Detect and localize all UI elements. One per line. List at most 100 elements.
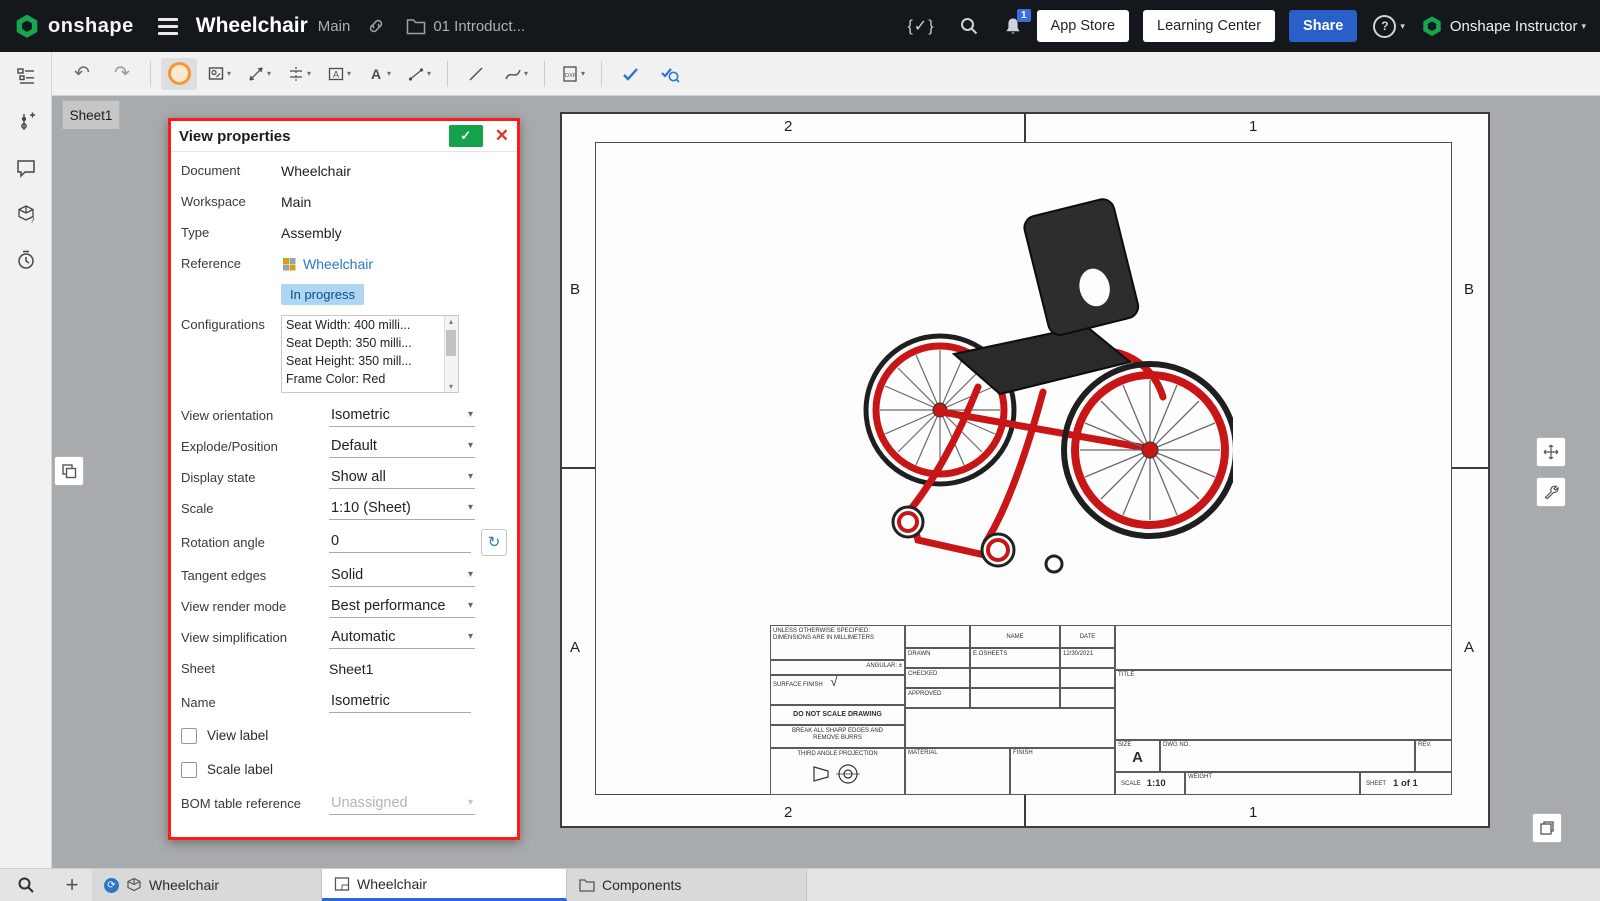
bom-table-reference-dropdown[interactable]: Unassigned▾ <box>329 793 475 815</box>
chevron-down-icon: ▾ <box>468 471 473 482</box>
display-state-dropdown[interactable]: Show all▾ <box>329 467 475 489</box>
view-simplification-dropdown[interactable]: Automatic▾ <box>329 627 475 649</box>
note-button[interactable]: A ▾ <box>321 58 357 90</box>
folder-breadcrumb[interactable]: 01 Introduct... <box>433 18 525 35</box>
share-button[interactable]: Share <box>1289 10 1357 42</box>
bom-table-reference-label: BOM table reference <box>181 796 329 811</box>
scrollbar-thumb[interactable] <box>446 330 456 356</box>
zone-tick <box>560 467 595 469</box>
accept-button[interactable]: ✓ <box>449 125 483 147</box>
scale-dropdown[interactable]: 1:10 (Sheet)▾ <box>329 498 475 520</box>
spline-tool-button[interactable]: ▾ <box>498 58 534 90</box>
tab-wheelchair-drawing[interactable]: Wheelchair <box>322 869 567 901</box>
parts-list-panel-button[interactable]: ? <box>11 199 41 229</box>
learning-center-button[interactable]: Learning Center <box>1143 10 1275 42</box>
chevron-down-icon: ▾ <box>468 569 473 580</box>
view-label-checkbox[interactable] <box>181 728 197 744</box>
rear-wheel-right <box>1064 364 1233 536</box>
chevron-down-icon: ▾ <box>1400 21 1405 32</box>
folder-icon <box>406 17 426 35</box>
text-button[interactable]: A ▾ <box>361 58 397 90</box>
insert-view-icon <box>207 65 225 83</box>
sheet1-tab[interactable]: Sheet1 <box>62 100 120 129</box>
configurations-panel-button[interactable] <box>11 107 41 137</box>
view-properties-dialog: View properties ✓ ✕ Document Wheelchair … <box>168 118 520 840</box>
svg-text:DXF: DXF <box>565 73 577 79</box>
dimension-button[interactable]: ▾ <box>241 58 277 90</box>
reference-label: Reference <box>181 256 281 271</box>
configuration-item[interactable]: Frame Color: Red <box>282 370 458 388</box>
zone-label: A <box>570 639 580 656</box>
top-header-bar: onshape Wheelchair Main 01 Introduct... … <box>0 0 1600 52</box>
account-menu-button[interactable]: Onshape Instructor ▾ <box>1421 15 1586 37</box>
scale-label-checkbox[interactable] <box>181 762 197 778</box>
view-name-input[interactable] <box>329 691 471 713</box>
tangent-edges-dropdown[interactable]: Solid▾ <box>329 565 475 587</box>
notifications-bell-icon[interactable]: 1 <box>1003 16 1023 37</box>
view-orientation-label: View orientation <box>181 408 329 423</box>
history-panel-button[interactable] <box>11 245 41 275</box>
date-header: DATE <box>1060 625 1115 648</box>
app-store-button[interactable]: App Store <box>1037 10 1130 42</box>
link-icon[interactable] <box>366 16 386 36</box>
workspace-name: Main <box>318 18 351 35</box>
comments-panel-button[interactable] <box>11 153 41 183</box>
configurations-scrollbar[interactable]: ▴ ▾ <box>444 316 458 392</box>
rotation-angle-input[interactable] <box>329 531 471 553</box>
document-label: Document <box>181 163 281 178</box>
main-menu-icon[interactable] <box>158 18 178 35</box>
dialog-header[interactable]: View properties ✓ ✕ <box>171 121 517 152</box>
view-render-mode-dropdown[interactable]: Best performance▾ <box>329 596 475 618</box>
drawn-name: E.OSHEETS <box>970 648 1060 668</box>
reference-link[interactable]: Wheelchair <box>303 256 373 272</box>
sheets-panel-toggle-button[interactable] <box>54 456 84 486</box>
tab-components-folder[interactable]: Components <box>567 869 807 901</box>
wrench-icon <box>1543 484 1559 500</box>
add-tab-button[interactable]: + <box>52 869 92 901</box>
scroll-down-icon[interactable]: ▾ <box>445 382 457 391</box>
scroll-up-icon[interactable]: ▴ <box>445 317 457 326</box>
versions-icon[interactable]: {✓} <box>907 16 934 36</box>
search-icon[interactable] <box>959 16 979 36</box>
drawn-date: 12/30/2021 <box>1060 648 1115 668</box>
wheelchair-view[interactable] <box>858 192 1233 577</box>
insert-view-button[interactable]: ▾ <box>201 58 237 90</box>
zone-tick <box>1024 795 1026 828</box>
line-tool-button[interactable] <box>458 58 494 90</box>
tools-button[interactable] <box>1536 477 1566 507</box>
export-dxf-button[interactable]: DXF ▾ <box>555 58 591 90</box>
display-state-label: Display state <box>181 470 329 485</box>
configuration-item[interactable]: Seat Depth: 350 milli... <box>282 334 458 352</box>
view-orientation-dropdown[interactable]: Isometric▾ <box>329 405 475 427</box>
reset-rotation-button[interactable]: ↻ <box>481 529 507 556</box>
check-magnifier-icon <box>660 65 680 83</box>
tab-wheelchair-assembly[interactable]: ⟳ Wheelchair <box>92 869 322 901</box>
update-views-button[interactable] <box>161 58 197 90</box>
sheets-panel-button[interactable] <box>11 61 41 91</box>
ordinate-dimension-button[interactable]: ▾ <box>281 58 317 90</box>
configuration-item[interactable]: Seat Width: 400 milli... <box>282 316 458 334</box>
onshape-logo-icon[interactable] <box>14 13 40 39</box>
sheet-gallery-button[interactable] <box>1532 813 1562 843</box>
account-logo-icon <box>1421 15 1443 37</box>
undo-button[interactable]: ↶ <box>64 58 100 90</box>
blue-check-icon <box>621 65 640 83</box>
configurations-list[interactable]: Seat Width: 400 milli... Seat Depth: 350… <box>281 315 459 393</box>
check-sketch-button[interactable] <box>612 58 648 90</box>
backrest <box>1022 197 1141 338</box>
angular-note: ANGULAR: ± <box>770 660 905 675</box>
configuration-item[interactable]: Seat Height: 350 mill... <box>282 352 458 370</box>
inspect-check-button[interactable] <box>652 58 688 90</box>
close-icon[interactable]: ✕ <box>495 126 509 146</box>
drawn-label: DRAWN <box>905 648 970 668</box>
ordinate-dimension-icon <box>287 65 305 83</box>
name-header: NAME <box>970 625 1060 648</box>
drawing-tab-icon <box>334 876 350 892</box>
centerline-button[interactable]: ▾ <box>401 58 437 90</box>
help-menu-button[interactable]: ? ▾ <box>1373 15 1405 38</box>
search-tabs-button[interactable] <box>0 869 52 901</box>
explode-position-dropdown[interactable]: Default▾ <box>329 436 475 458</box>
redo-button[interactable]: ↷ <box>104 58 140 90</box>
pan-tool-button[interactable] <box>1536 437 1566 467</box>
chevron-down-icon: ▾ <box>1581 21 1586 32</box>
